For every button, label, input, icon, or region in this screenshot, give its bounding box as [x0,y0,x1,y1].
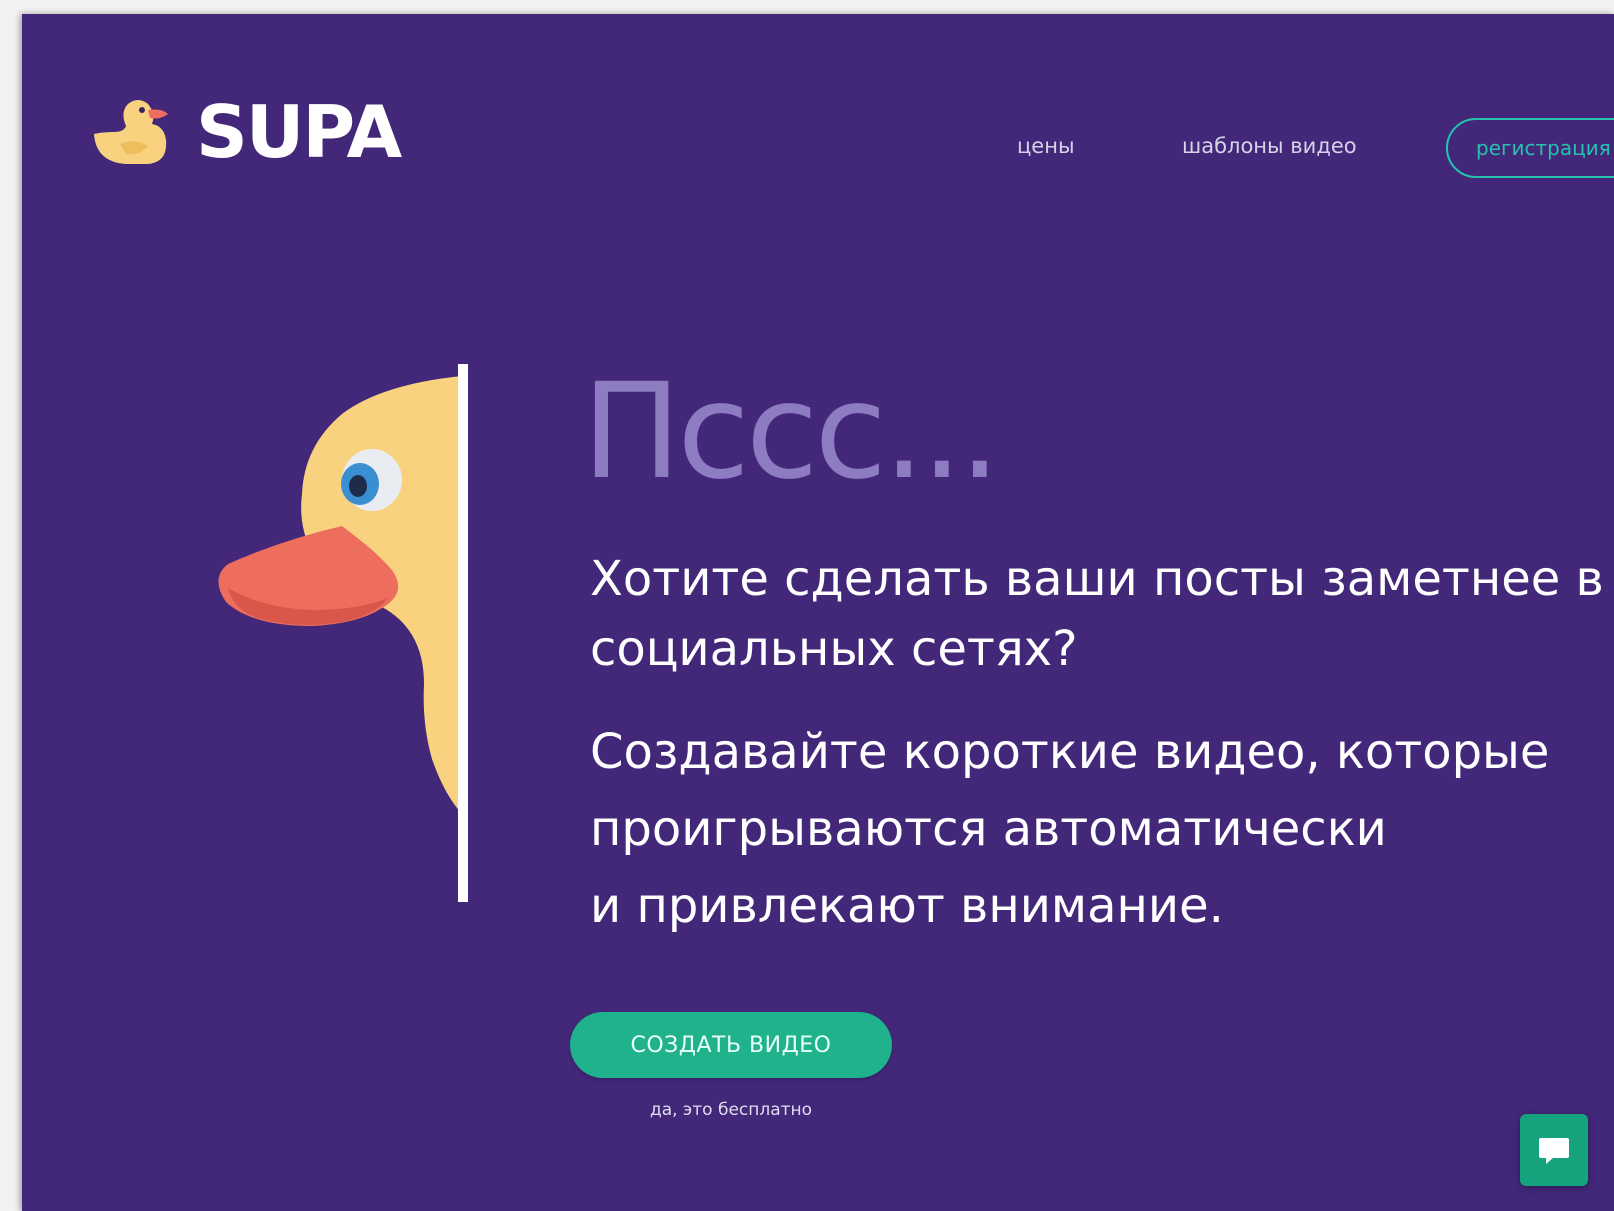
hero-title: Пссс... [582,355,1001,509]
create-video-button[interactable]: СОЗДАТЬ ВИДЕО [570,1012,892,1078]
hero-body-line: и привлекают внимание. [590,878,1224,934]
logo[interactable]: SUPA [90,90,402,174]
nav-link-prices[interactable]: цены [1017,134,1075,158]
logo-text: SUPA [196,90,402,174]
chat-widget-button[interactable] [1520,1114,1588,1186]
page-frame: SUPA цены шаблоны видео регистрация Пссс… [22,14,1614,1211]
hero-body-line: Создавайте короткие видео, которые [590,724,1550,780]
hero-subtitle: Хотите сделать ваши посты заметнее в соц… [590,551,1604,677]
hero-body-line: проигрываются автоматически [590,801,1387,857]
duck-logo-icon [94,100,168,164]
chat-bubble-icon [1539,1138,1569,1164]
nav-link-video-templates[interactable]: шаблоны видео [1182,134,1357,158]
hero-body: Создавайте короткие видео, которые проиг… [590,714,1610,945]
register-button[interactable]: регистрация [1446,118,1614,178]
free-note: да, это бесплатно [649,1100,813,1120]
duck-illustration [218,364,468,902]
